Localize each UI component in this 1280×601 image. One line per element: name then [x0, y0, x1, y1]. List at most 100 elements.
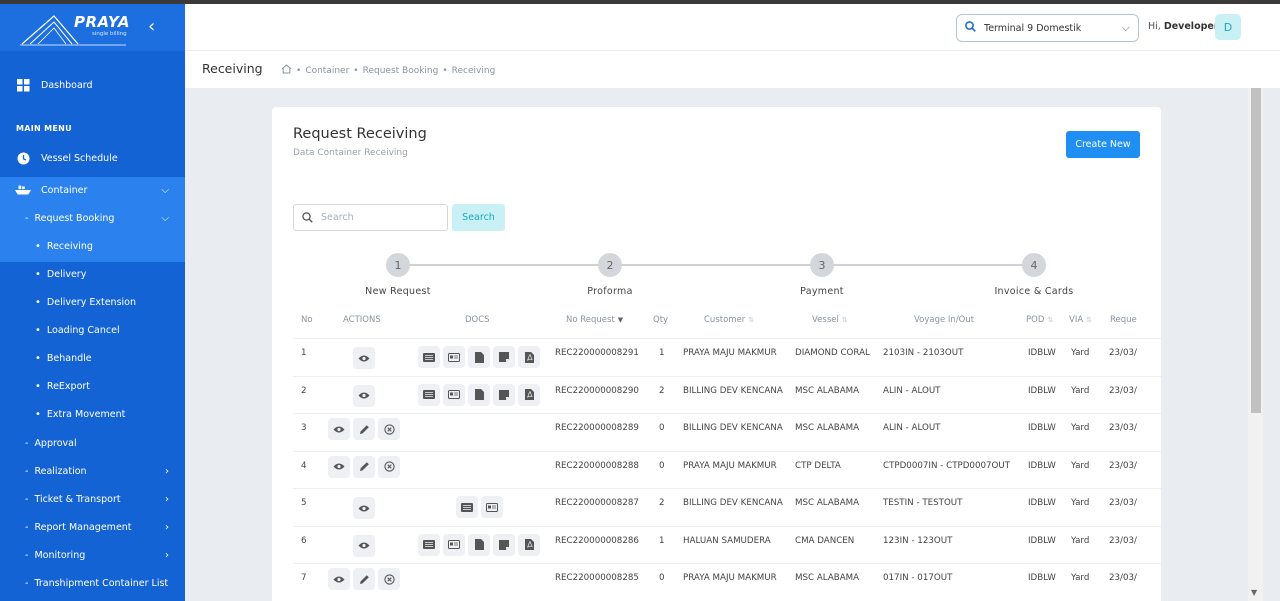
sidebar-item-ticket-transport[interactable]: - Ticket & Transport ›: [0, 489, 185, 509]
doc-card-button[interactable]: [443, 533, 465, 556]
sidebar-item-receiving[interactable]: • Receiving: [0, 236, 185, 256]
doc-file-button[interactable]: [468, 346, 490, 368]
sidebar-item-label: Report Management: [34, 521, 132, 533]
search-field[interactable]: [293, 204, 448, 231]
home-icon[interactable]: [281, 64, 292, 77]
view-button[interactable]: [353, 497, 375, 519]
edit-button[interactable]: [353, 568, 375, 590]
sidebar-item-delivery[interactable]: • Delivery: [0, 264, 185, 284]
cell-request: REC220000008287: [555, 498, 639, 508]
pencil-icon: [359, 424, 370, 435]
sidebar-item-label: Vessel Schedule: [41, 152, 118, 164]
sidebar-item-reexport[interactable]: • ReExport: [0, 376, 185, 396]
sort-icon: ⇅: [748, 316, 755, 324]
view-button[interactable]: [328, 455, 350, 478]
sidebar-item-label: Transhipment Container List: [34, 577, 169, 589]
avatar[interactable]: D: [1215, 14, 1241, 40]
edit-button[interactable]: [353, 455, 375, 478]
doc-pdf-button[interactable]: [518, 346, 540, 368]
sidebar-item-approval[interactable]: - Approval: [0, 433, 185, 453]
cell-request: REC220000008285: [555, 573, 639, 583]
cell-voyage: ALIN - ALOUT: [883, 385, 941, 396]
column-header[interactable]: Voyage In/Out: [914, 315, 974, 325]
user-name: Developer: [1163, 21, 1219, 32]
brand-tagline: single billing: [92, 31, 127, 37]
sidebar-item-container[interactable]: Container ⌵: [0, 179, 185, 201]
scroll-down-arrow-icon[interactable]: ▼: [1251, 588, 1257, 597]
create-new-button[interactable]: Create New: [1066, 131, 1140, 158]
note-icon: [499, 539, 509, 550]
view-button[interactable]: [353, 347, 375, 369]
doc-list-button[interactable]: [418, 346, 440, 368]
doc-card-button[interactable]: [481, 496, 503, 518]
sidebar-item-monitoring[interactable]: - Monitoring ›: [0, 545, 185, 565]
step-number: 2: [598, 253, 622, 277]
table-row: 5 REC220000008287 2 BILLING DEV KENCANA MSC …: [293, 488, 1161, 526]
cell-pod: IDBLW: [1028, 385, 1056, 396]
step-number: 1: [386, 253, 410, 277]
cell-pod: IDBLW: [1028, 535, 1056, 546]
cancel-button[interactable]: [378, 568, 400, 590]
column-header-label: No Request: [566, 315, 615, 325]
sidebar-item-transhipment-container-list[interactable]: - Transhipment Container List: [0, 573, 185, 593]
sidebar-item-extra-movement[interactable]: • Extra Movement: [0, 404, 185, 424]
cell-qty: 0: [659, 423, 665, 433]
terminal-select[interactable]: Terminal 9 Domestik ⌵: [956, 14, 1139, 42]
column-header-label: Voyage In/Out: [914, 315, 975, 325]
cell-via: Yard: [1071, 385, 1090, 396]
cancel-button[interactable]: [378, 418, 400, 440]
doc-file-button[interactable]: [468, 533, 490, 556]
bullet-marker: •: [35, 324, 41, 336]
doc-pdf-button[interactable]: [518, 383, 540, 406]
cancel-button[interactable]: [378, 455, 400, 478]
doc-note-button[interactable]: [493, 533, 515, 556]
page-title: Receiving: [202, 61, 263, 76]
sort-icon: ⇅: [1047, 316, 1054, 324]
column-header[interactable]: POD ⇅: [1026, 315, 1053, 325]
sidebar-item-loading-cancel[interactable]: • Loading Cancel: [0, 320, 185, 340]
sidebar-item-realization[interactable]: - Realization ›: [0, 461, 185, 481]
eye-icon: [333, 575, 345, 584]
cell-via: Yard: [1071, 460, 1090, 471]
chevron-right-icon: ›: [165, 493, 169, 505]
card-title: Request Receiving: [293, 126, 427, 142]
doc-list-button[interactable]: [418, 383, 440, 406]
breadcrumb-item[interactable]: Container: [305, 66, 349, 76]
doc-list-button[interactable]: [418, 533, 440, 556]
column-header[interactable]: No Request ▼: [566, 315, 623, 325]
column-header[interactable]: Customer ⇅: [704, 315, 754, 325]
view-button[interactable]: [353, 384, 375, 407]
view-button[interactable]: [328, 418, 350, 440]
doc-note-button[interactable]: [493, 346, 515, 368]
dash-marker: -: [25, 437, 29, 449]
column-header[interactable]: Vessel ⇅: [812, 315, 848, 325]
column-header[interactable]: Reque: [1110, 315, 1137, 325]
scrollbar-thumb[interactable]: [1251, 88, 1261, 413]
collapse-sidebar-icon[interactable]: ‹: [148, 16, 155, 37]
sidebar-item-delivery-extension[interactable]: • Delivery Extension: [0, 292, 185, 312]
doc-card-button[interactable]: [443, 346, 465, 368]
sidebar-item-dashboard[interactable]: Dashboard: [0, 74, 185, 96]
edit-button[interactable]: [353, 418, 375, 440]
search-button[interactable]: Search: [452, 204, 505, 231]
sidebar-item-label: Loading Cancel: [46, 324, 120, 336]
doc-pdf-button[interactable]: [518, 533, 540, 556]
page-scrollbar[interactable]: ▼: [1248, 88, 1263, 601]
doc-card-button[interactable]: [443, 383, 465, 406]
view-button[interactable]: [328, 568, 350, 590]
sidebar-item-report-management[interactable]: - Report Management ›: [0, 517, 185, 537]
sidebar: PRAYA single billing ‹ Dashboard MAIN ME…: [0, 4, 185, 601]
doc-list-button[interactable]: [456, 496, 478, 518]
sidebar-item-behandle[interactable]: • Behandle: [0, 348, 185, 368]
doc-file-button[interactable]: [468, 383, 490, 406]
column-header-label: Reque: [1110, 315, 1137, 325]
sidebar-item-request-booking[interactable]: - Request Booking ⌵: [0, 208, 185, 228]
column-header[interactable]: VIA ⇅: [1069, 315, 1092, 325]
sidebar-item-vessel-schedule[interactable]: Vessel Schedule: [0, 148, 185, 168]
doc-note-button[interactable]: [493, 383, 515, 406]
ship-icon: [15, 184, 31, 196]
view-button[interactable]: [353, 534, 375, 557]
breadcrumb-item[interactable]: Request Booking: [363, 66, 439, 76]
cell-no: 3: [301, 423, 307, 433]
search-input[interactable]: [321, 212, 431, 223]
